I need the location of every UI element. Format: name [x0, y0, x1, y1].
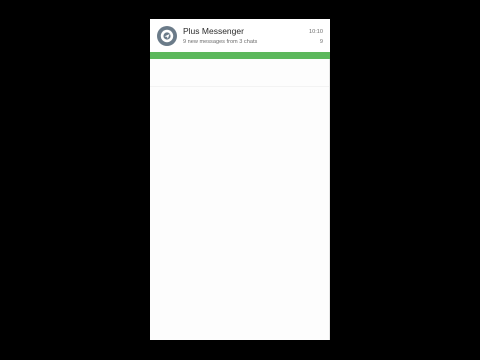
- screen-edge: [329, 59, 330, 340]
- divider: [150, 86, 330, 87]
- notification-card[interactable]: Plus Messenger 9 new messages from 3 cha…: [150, 19, 330, 52]
- notification-count: 9: [319, 39, 323, 45]
- notification-title: Plus Messenger: [183, 26, 244, 36]
- plus-messenger-app-icon: [157, 26, 177, 46]
- accent-bar: [150, 52, 330, 59]
- notification-time: 10:10: [309, 29, 323, 35]
- notification-summary: 9 new messages from 3 chats: [183, 39, 258, 45]
- app-content-area: [150, 59, 330, 340]
- paper-plane-icon: [160, 29, 174, 43]
- phone-screen: Plus Messenger 9 new messages from 3 cha…: [150, 19, 330, 340]
